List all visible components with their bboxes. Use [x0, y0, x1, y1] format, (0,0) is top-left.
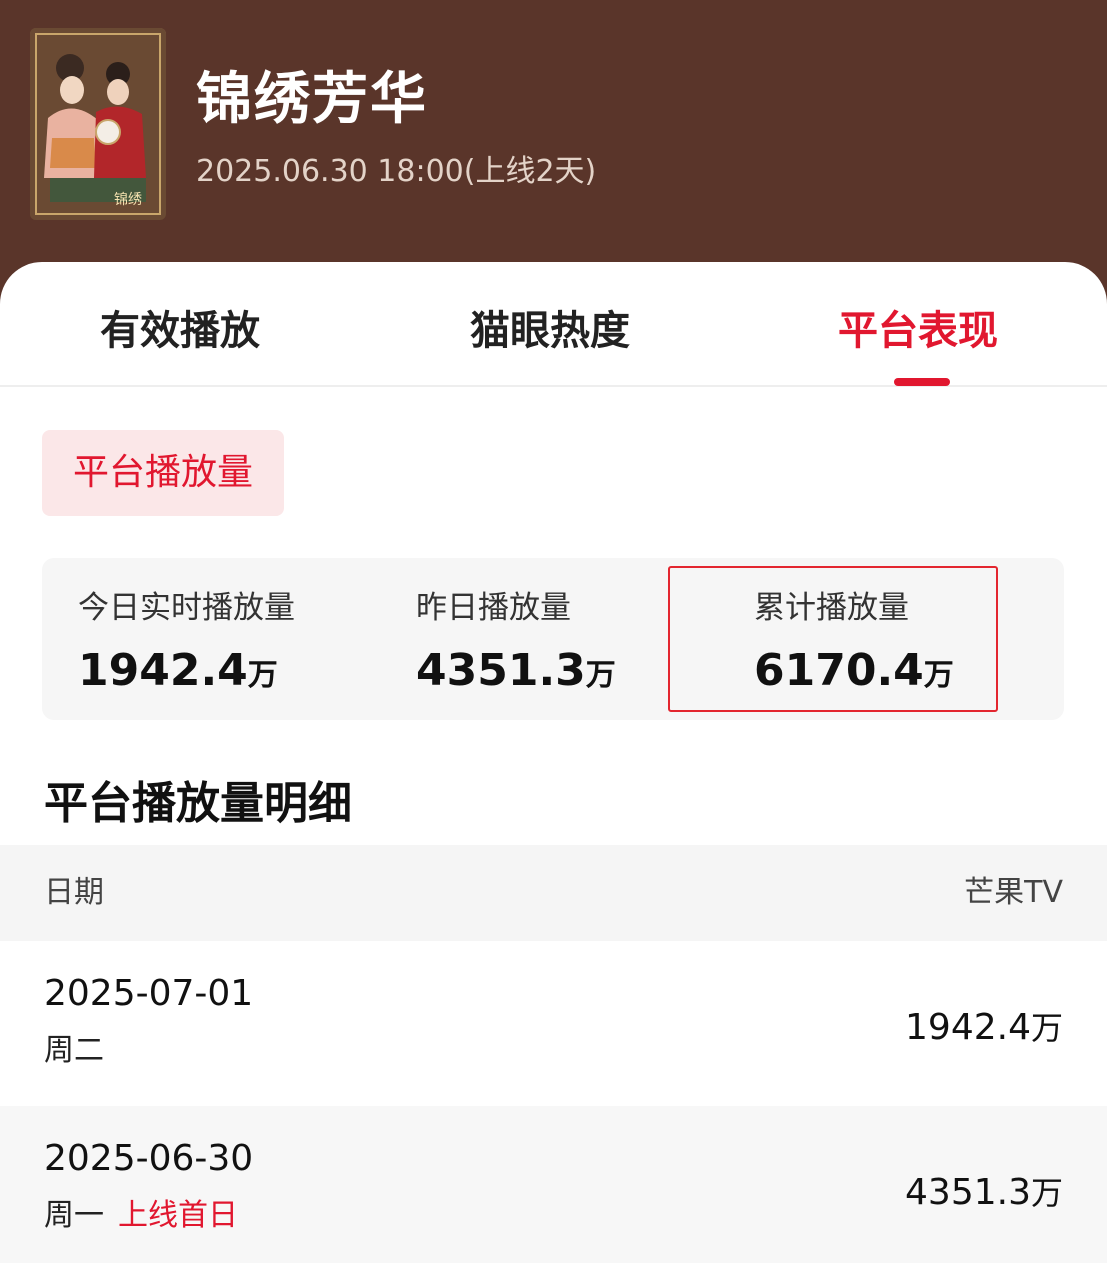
- tab-maoyan-heat[interactable]: 猫眼热度: [470, 298, 630, 356]
- stat-today: 今日实时播放量 1942.4万: [78, 582, 295, 696]
- stat-value: 1942.4: [78, 645, 248, 696]
- row-date: 2025-06-30: [44, 1138, 254, 1179]
- poster-illustration: 锦绣: [30, 28, 166, 220]
- svg-text:锦绣: 锦绣: [114, 191, 142, 208]
- show-title: 锦绣芳华: [196, 67, 428, 132]
- content-card: 有效播放 猫眼热度 平台表现 平台播放量 今日实时播放量 1942.4万 昨日播…: [0, 262, 1107, 1263]
- stat-unit: 万: [247, 658, 278, 693]
- stat-yesterday: 昨日播放量 4351.3万: [416, 582, 616, 696]
- tab-platform-performance[interactable]: 平台表现: [838, 298, 998, 356]
- release-info: 2025.06.30 18:00(上线2天): [196, 154, 597, 189]
- stats-panel: 今日实时播放量 1942.4万 昨日播放量 4351.3万 累计播放量 6170…: [42, 558, 1064, 720]
- value-unit: 万: [1030, 1174, 1063, 1212]
- weekday-label: 周一: [44, 1198, 104, 1233]
- column-header-date: 日期: [44, 875, 104, 910]
- row-value: 1942.4万: [905, 1003, 1063, 1049]
- value-number: 1942.4: [905, 1007, 1031, 1048]
- row-weekday: 周二: [44, 1025, 104, 1069]
- launch-day-tag: 上线首日: [118, 1198, 238, 1233]
- platform-plays-filter-chip[interactable]: 平台播放量: [42, 430, 284, 516]
- show-poster[interactable]: 锦绣: [30, 28, 166, 220]
- weekday-label: 周二: [44, 1033, 104, 1068]
- show-header: 锦绣 锦绣芳华 2025.06.30 18:00(上线2天): [0, 0, 1107, 290]
- stat-value: 4351.3: [416, 645, 586, 696]
- value-unit: 万: [1030, 1009, 1063, 1047]
- active-tab-indicator: [894, 378, 950, 386]
- stat-label: 今日实时播放量: [78, 590, 295, 626]
- table-header: 日期 芒果TV: [0, 845, 1107, 941]
- table-row[interactable]: 2025-06-30 周一 上线首日 4351.3万: [0, 1106, 1107, 1263]
- row-weekday: 周一 上线首日: [44, 1190, 238, 1234]
- detail-section-title: 平台播放量明细: [44, 778, 352, 829]
- table-row[interactable]: 2025-07-01 周二 1942.4万: [0, 941, 1107, 1106]
- cumulative-highlight-box: [668, 566, 998, 712]
- row-date: 2025-07-01: [44, 973, 254, 1014]
- stat-unit: 万: [585, 658, 616, 693]
- column-header-platform: 芒果TV: [964, 875, 1063, 910]
- tab-bar: 有效播放 猫眼热度 平台表现: [0, 262, 1107, 387]
- value-number: 4351.3: [905, 1172, 1031, 1213]
- tab-effective-plays[interactable]: 有效播放: [100, 298, 260, 356]
- row-value: 4351.3万: [905, 1168, 1063, 1214]
- stat-label: 昨日播放量: [416, 590, 571, 626]
